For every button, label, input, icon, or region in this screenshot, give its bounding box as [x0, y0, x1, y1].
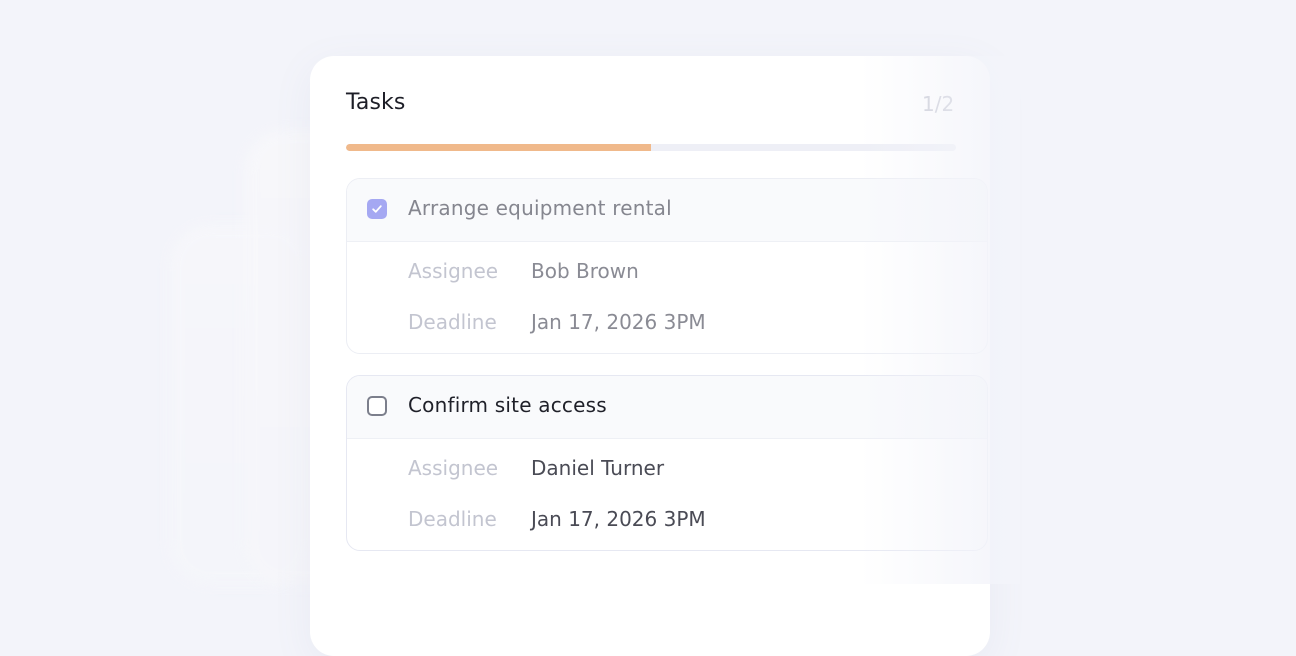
deadline-label: Deadline [408, 507, 497, 531]
progress-fill [346, 144, 651, 151]
task-card: Arrange equipment rental Assignee Bob Br… [346, 178, 988, 354]
task-header[interactable]: Confirm site access [347, 376, 987, 439]
task-header[interactable]: Arrange equipment rental [347, 179, 987, 242]
task-title: Confirm site access [408, 393, 607, 417]
task-title: Arrange equipment rental [408, 196, 672, 220]
progress-bar [346, 144, 956, 151]
task-card: Confirm site access Assignee Daniel Turn… [346, 375, 988, 551]
assignee-label: Assignee [408, 259, 499, 283]
deadline-label: Deadline [408, 310, 497, 334]
background-panel [170, 225, 310, 584]
deadline-value: Jan 17, 2026 3PM [531, 310, 706, 334]
assignee-label: Assignee [408, 456, 499, 480]
checkbox-unchecked[interactable] [367, 396, 387, 416]
checkbox-checked[interactable] [367, 199, 387, 219]
page-counter: 1/2 [922, 92, 955, 116]
card-title: Tasks [346, 90, 406, 115]
assignee-value: Bob Brown [531, 259, 639, 283]
deadline-value: Jan 17, 2026 3PM [531, 507, 706, 531]
check-icon [372, 205, 382, 213]
assignee-value: Daniel Turner [531, 456, 665, 480]
